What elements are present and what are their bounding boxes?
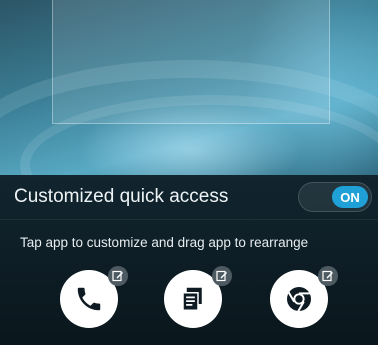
quick-access-title: Customized quick access — [14, 186, 229, 207]
quick-access-row[interactable]: Customized quick access ON — [0, 175, 378, 219]
edit-icon[interactable] — [212, 266, 232, 286]
quick-app-chrome[interactable] — [270, 266, 338, 328]
toggle-on-label: ON — [332, 186, 368, 208]
quick-access-hint: Tap app to customize and drag app to rea… — [20, 235, 309, 250]
quick-access-toggle[interactable]: ON — [298, 182, 372, 212]
divider — [0, 219, 378, 220]
wallpaper-preview — [0, 0, 378, 175]
quick-app-phone[interactable] — [60, 266, 128, 328]
edit-icon[interactable] — [108, 266, 128, 286]
quick-app-notes[interactable] — [164, 266, 232, 328]
home-screen-preview-frame — [52, 0, 330, 124]
quick-access-panel: Customized quick access ON Tap app to cu… — [0, 175, 378, 345]
edit-icon[interactable] — [318, 266, 338, 286]
